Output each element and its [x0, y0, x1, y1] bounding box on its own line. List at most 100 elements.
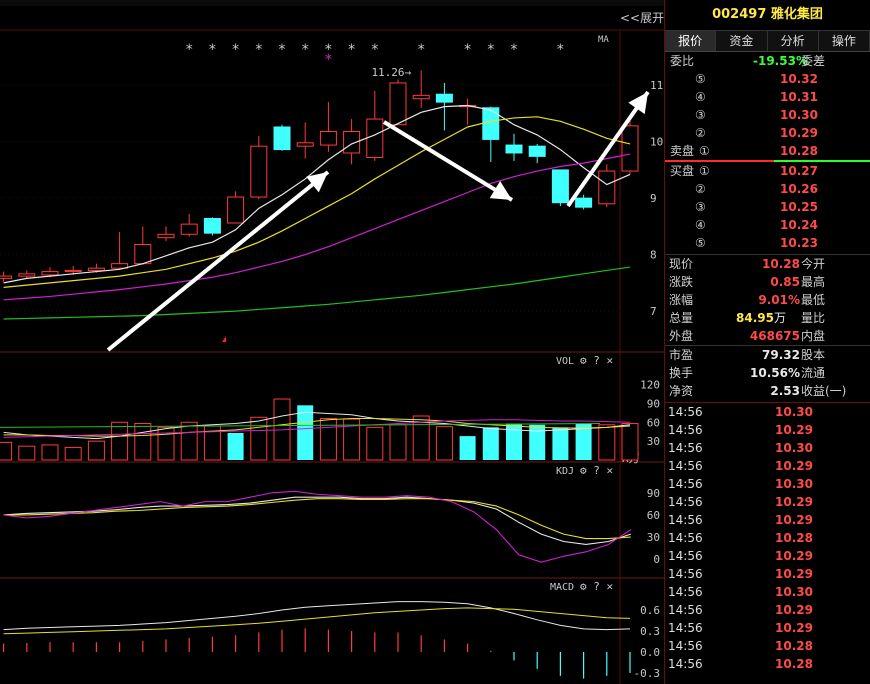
tab-quote[interactable]: 报价 — [665, 31, 717, 51]
weibi-value: -19.53% — [753, 54, 808, 68]
ma10-line — [3, 116, 631, 288]
high-annotation: 11.26→ — [371, 66, 411, 79]
tick-row: 14:56 10.29 — [665, 421, 870, 439]
tick-price: 10.30 — [775, 405, 813, 419]
quote-summary: 现价 10.28 今开 涨跌 0.85 最高 涨幅 9.01% 最低 总量 84.95万 量比 … — [665, 254, 870, 345]
huanshou-value: 10.56% — [750, 366, 800, 380]
kline-chart-svg[interactable]: 1110987MA* * * * * * * * * * * * * **11.26→VOL ⚙ ? ✕12… — [0, 0, 664, 684]
arrow-up-right-head — [628, 92, 648, 115]
buy-row-1[interactable]: 买盘 ① 10.27 — [665, 162, 870, 180]
tick-row: 14:56 10.28 — [665, 529, 870, 547]
sell-level-5: ⑤ — [695, 72, 706, 86]
quote-row-pe: 市盈 79.32 股本 — [665, 346, 870, 364]
liutong-label: 流通 — [801, 366, 826, 380]
tick-row: 14:56 10.29 — [665, 511, 870, 529]
candle-down — [575, 197, 593, 208]
star-marker: * — [208, 42, 216, 58]
buy-level-4: ④ — [695, 218, 706, 232]
vol-axis-tick: 60 — [647, 416, 660, 429]
expand-label[interactable]: <<展开 — [620, 11, 664, 25]
vol-bar-up — [41, 444, 59, 461]
red-marker — [222, 336, 226, 342]
vol-bar-down — [506, 423, 522, 460]
candle-up — [157, 233, 175, 239]
quote-row-turnover: 换手 10.56% 流通 — [665, 364, 870, 382]
sell-level-3: ③ — [695, 108, 706, 122]
buy-orders: 买盘 ① 10.27 ② 10.26 ③ 10.25 ④ 10.24 ⑤ 10.23 — [665, 162, 870, 252]
candle-up — [598, 170, 616, 205]
candle-up — [296, 142, 314, 147]
sell-row-3[interactable]: ③ 10.30 — [665, 106, 870, 124]
tab-analysis[interactable]: 分析 — [767, 31, 819, 51]
vol-controls: ⚙ ? ✕ — [580, 354, 613, 367]
candle-up — [0, 275, 13, 279]
candle-up — [412, 94, 430, 100]
jingzi-label: 净资 — [669, 384, 694, 398]
sell-row-2[interactable]: ② 10.29 — [665, 124, 870, 142]
kdj-label: KDJ — [556, 466, 574, 477]
star-marker: * — [487, 42, 495, 58]
sell-row-1[interactable]: 卖盘 ① 10.28 — [665, 142, 870, 160]
star-marker: * — [417, 42, 425, 58]
buy-price-1: 10.27 — [780, 164, 818, 178]
tick-time: 14:56 — [668, 441, 703, 455]
star-marker: * — [255, 42, 263, 58]
buy-row-5[interactable]: ⑤ 10.23 — [665, 234, 870, 252]
price-axis-tick: 7 — [650, 305, 657, 318]
buy-row-3[interactable]: ③ 10.25 — [665, 198, 870, 216]
sell-price-2: 10.29 — [780, 126, 818, 140]
kdj-axis-tick: 0 — [653, 553, 660, 566]
candle-up — [319, 131, 337, 146]
tick-time: 14:56 — [668, 495, 703, 509]
price-axis-tick: 11 — [650, 79, 663, 92]
vol-bar-up — [18, 445, 36, 461]
chart-area[interactable]: 11 10 9 8 7 MA * * * * * * * * * * * * * * * 11.26→ VOL ⚙ ? ✕ 12… — [0, 0, 664, 684]
kdj-j-line — [3, 490, 632, 563]
tick-time: 14:56 — [668, 459, 703, 473]
star-marker-magenta: * — [324, 52, 332, 68]
tick-price: 10.29 — [775, 603, 813, 617]
fundamentals: 市盈 79.32 股本 换手 10.56% 流通 净资 2.53 收益(一) — [665, 345, 870, 400]
tick-row: 14:56 10.30 — [665, 475, 870, 493]
vol-bar-up — [87, 440, 105, 461]
tick-time: 14:56 — [668, 477, 703, 491]
weibi-label: 委比 — [670, 54, 695, 68]
sell-row-5[interactable]: ⑤ 10.32 — [665, 70, 870, 88]
expand-button[interactable]: <<展开 — [620, 9, 664, 26]
buy-price-2: 10.26 — [780, 182, 818, 196]
tick-list[interactable]: 14:56 10.30 14:56 10.29 14:56 10.30 14:56 10.29… — [665, 402, 870, 673]
shiying-value: 79.32 — [762, 348, 800, 362]
zhangfu-value: 9.01% — [758, 293, 800, 307]
tick-price: 10.30 — [775, 441, 813, 455]
sell-row-4[interactable]: ④ 10.31 — [665, 88, 870, 106]
xianjia-value: 10.28 — [762, 257, 800, 271]
star-marker: * — [556, 42, 564, 58]
buy-price-3: 10.25 — [780, 200, 818, 214]
candle-up — [180, 223, 198, 235]
sell-orders: ⑤ 10.32 ④ 10.31 ③ 10.30 ② 10.29 卖盘 ① 10.28 — [665, 70, 870, 160]
kdj-k-line — [3, 496, 631, 546]
tick-time: 14:56 — [668, 585, 703, 599]
macd-controls: ⚙ ? ✕ — [580, 580, 613, 593]
waipan-label: 外盘 — [669, 329, 694, 343]
tick-price: 10.28 — [775, 639, 813, 653]
tab-operation[interactable]: 操作 — [818, 31, 870, 51]
sell-price-5: 10.32 — [780, 72, 818, 86]
candle-up — [18, 273, 36, 277]
tick-price: 10.29 — [775, 423, 813, 437]
vol-bar-up — [366, 426, 384, 461]
tick-row: 14:56 10.28 — [665, 637, 870, 655]
buy-row-4[interactable]: ④ 10.24 — [665, 216, 870, 234]
zongliang-unit: 万 — [773, 311, 786, 325]
xianjia-label: 现价 — [669, 257, 694, 271]
waipan-value: 468675 — [749, 329, 800, 343]
star-marker: * — [301, 42, 309, 58]
tab-funds[interactable]: 资金 — [716, 31, 768, 51]
vol-bar-up — [435, 426, 453, 461]
vol-bar-up — [250, 416, 268, 461]
sell-level-1: ① — [699, 144, 710, 158]
zhangdie-label: 涨跌 — [669, 275, 694, 289]
vol-bar-down — [459, 436, 476, 460]
candle-up — [87, 267, 105, 271]
buy-row-2[interactable]: ② 10.26 — [665, 180, 870, 198]
